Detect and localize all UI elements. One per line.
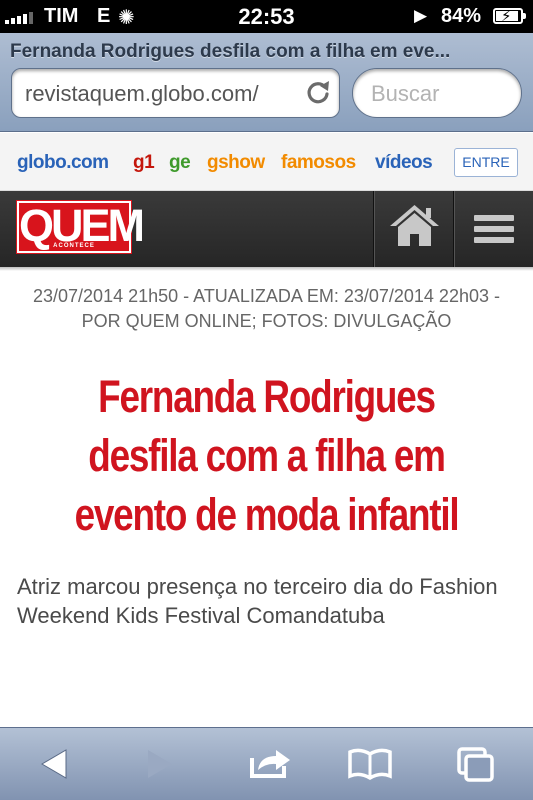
search-input[interactable]: Buscar [352, 68, 522, 118]
bookmarks-icon [348, 748, 392, 781]
search-placeholder: Buscar [371, 81, 440, 106]
bookmarks-button[interactable] [330, 728, 410, 800]
article-meta-credits: POR QUEM ONLINE; FOTOS: DIVULGAÇÃO [81, 311, 452, 331]
menu-button[interactable] [455, 191, 533, 267]
nav-link-videos[interactable]: vídeos [375, 152, 433, 174]
back-button[interactable] [14, 728, 94, 800]
url-field[interactable]: revistaquem.globo.com/ [11, 68, 340, 118]
home-icon [390, 205, 439, 246]
tabs-icon [457, 747, 494, 782]
quem-logo[interactable]: QUEM ACONTECE [17, 201, 145, 253]
status-bar: TIM E ✺ 22:53 ▶ 84% ⚡ [0, 0, 533, 33]
battery-percent: 84% [441, 5, 482, 27]
url-text[interactable]: revistaquem.globo.com/ [25, 81, 295, 107]
header-divider [373, 191, 375, 267]
nav-link-gshow[interactable]: gshow [207, 152, 265, 174]
login-button[interactable]: ENTRE [454, 148, 518, 177]
article-headline: Fernanda Rodrigues desfila com a filha e… [74, 371, 460, 540]
nav-link-ge[interactable]: ge [169, 152, 191, 174]
page-title: Fernanda Rodrigues desfila com a filha e… [10, 41, 451, 62]
browser-top-bar: Fernanda Rodrigues desfila com a filha e… [0, 33, 533, 132]
tabs-button[interactable] [436, 728, 516, 800]
header-shadow [0, 267, 533, 271]
globo-nav-bar: globo.com g1 ge gshow famosos vídeos ENT… [0, 133, 533, 191]
article-meta-dates: 23/07/2014 21h50 - ATUALIZADA EM: 23/07/… [33, 286, 500, 306]
home-button[interactable] [376, 191, 453, 267]
site-header: QUEM ACONTECE [0, 191, 533, 267]
back-icon [41, 749, 67, 779]
logo-subtext: ACONTECE [53, 243, 95, 249]
forward-button[interactable] [120, 728, 200, 800]
article-subtitle: Atriz marcou presença no terceiro dia do… [17, 574, 498, 628]
share-button[interactable] [230, 728, 310, 800]
nav-link-famosos[interactable]: famosos [281, 152, 356, 174]
play-icon: ▶ [414, 6, 428, 25]
reload-icon[interactable] [305, 79, 331, 105]
nav-link-globo[interactable]: globo.com [17, 152, 109, 174]
browser-toolbar [0, 727, 533, 800]
nav-link-g1[interactable]: g1 [133, 152, 155, 174]
battery-icon: ⚡ [493, 8, 526, 25]
share-icon [250, 750, 290, 778]
forward-icon [148, 750, 172, 778]
article-meta: 23/07/2014 21h50 - ATUALIZADA EM: 23/07/… [0, 284, 533, 334]
